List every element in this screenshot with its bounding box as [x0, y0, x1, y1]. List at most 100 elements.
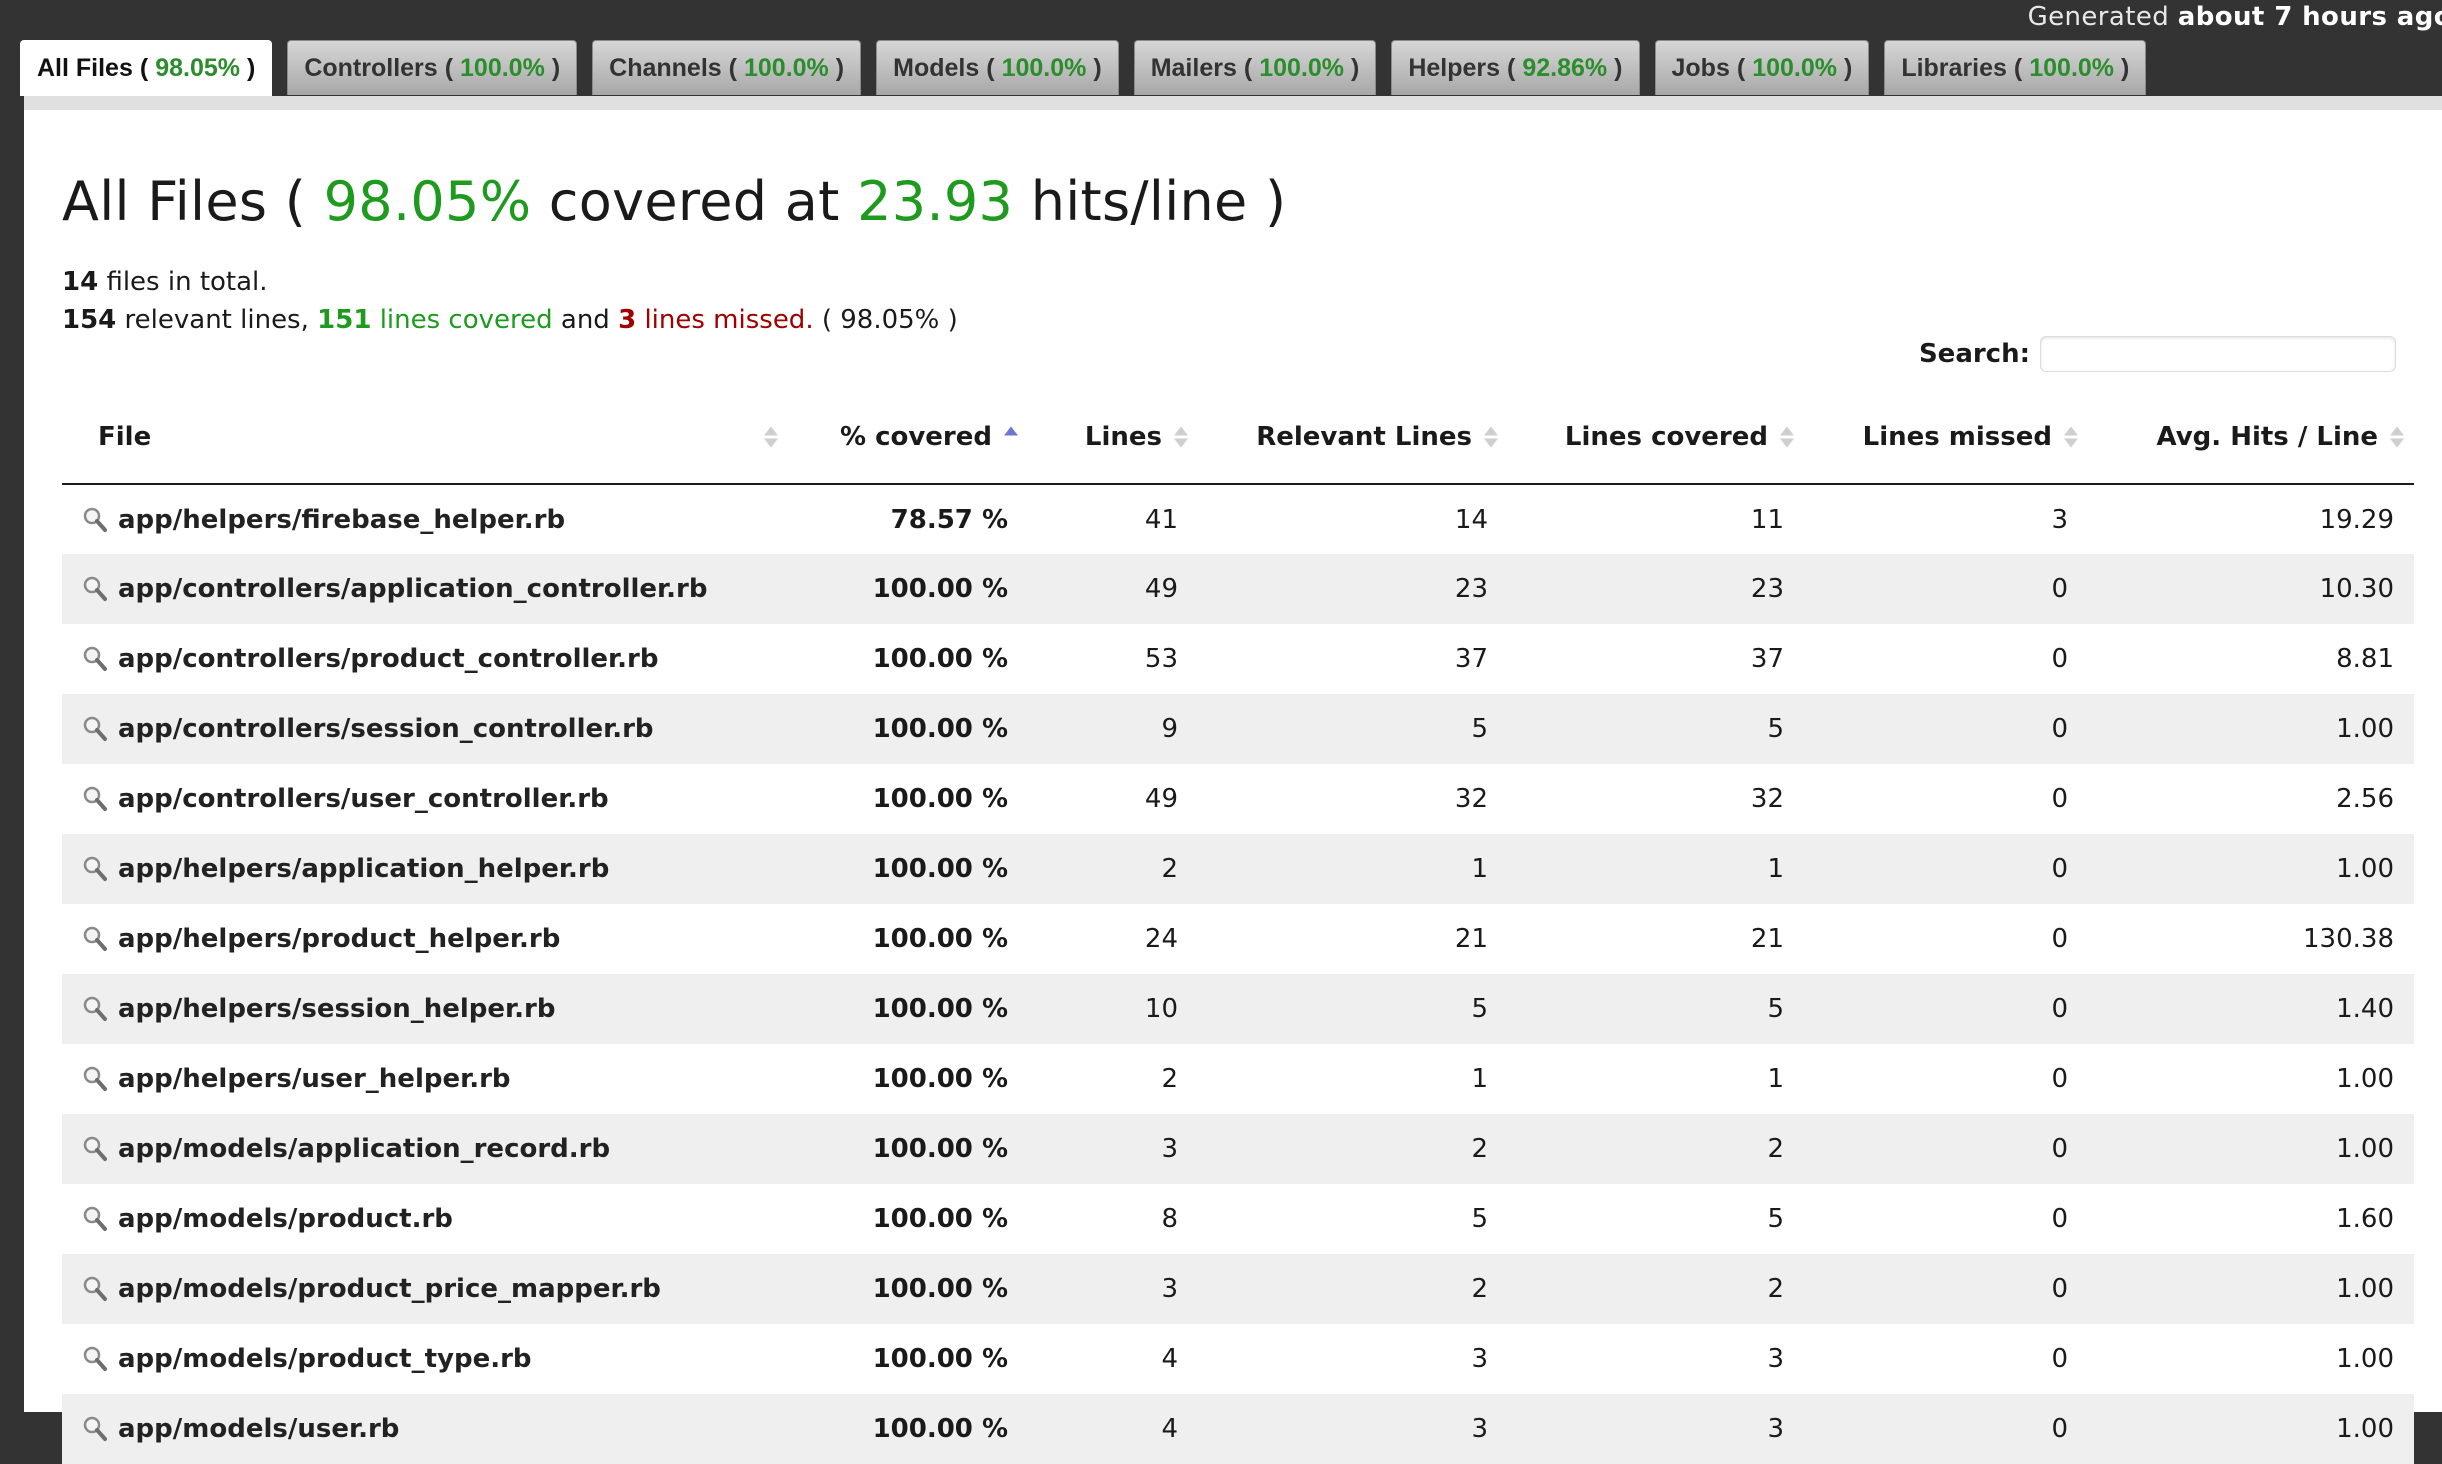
missed-text: lines missed.	[644, 305, 814, 335]
cell-covered-percent: 100.00 %	[788, 1114, 1028, 1184]
table-row: app/controllers/session_controller.rb 100…	[62, 694, 2414, 764]
file-path: app/controllers/session_controller.rb	[118, 714, 654, 744]
file-link[interactable]: app/models/product.rb	[82, 1204, 768, 1234]
relevant-count: 154	[62, 305, 117, 335]
cell-lines-covered: 5	[1508, 974, 1804, 1044]
search-input[interactable]	[2040, 336, 2396, 372]
summary-percent-text: ( 98.05% )	[821, 305, 958, 335]
tab-controllers[interactable]: Controllers(100.0%)	[287, 40, 578, 95]
column-header-label: Lines covered	[1564, 421, 1768, 452]
title-open-paren: (	[284, 170, 307, 233]
tab-channels[interactable]: Channels(100.0%)	[592, 40, 862, 95]
file-link[interactable]: app/models/product_price_mapper.rb	[82, 1274, 768, 1304]
column-header-lines-covered[interactable]: Lines covered	[1508, 390, 1804, 485]
table-row: app/models/user.rb 100.00 % 4 3 3 0 1.00	[62, 1394, 2414, 1464]
cell-file: app/controllers/user_controller.rb	[62, 764, 788, 834]
file-link[interactable]: app/models/product_type.rb	[82, 1344, 768, 1374]
magnifier-icon	[83, 1136, 107, 1161]
file-link[interactable]: app/helpers/product_helper.rb	[82, 924, 768, 954]
tab-paren-close: )	[247, 54, 256, 82]
file-link[interactable]: app/helpers/user_helper.rb	[82, 1064, 768, 1094]
cell-avg-hits: 130.38	[2303, 924, 2394, 954]
column-header-file[interactable]: File	[62, 390, 788, 485]
cell-avg-hits: 1.00	[2088, 834, 2414, 904]
tab-paren-close: )	[551, 53, 561, 82]
tab-paren-open: (	[728, 53, 737, 82]
column-header-lines[interactable]: Lines	[1028, 390, 1198, 485]
column-header-covered[interactable]: % covered	[788, 390, 1028, 485]
tab-mailers[interactable]: Mailers(100.0%)	[1133, 40, 1377, 95]
file-link[interactable]: app/controllers/application_controller.r…	[82, 574, 768, 604]
cell-covered-percent: 100.00 %	[872, 784, 1008, 814]
sort-down-arrow	[2064, 438, 2078, 447]
cell-relevant-lines: 2	[1198, 1254, 1508, 1324]
cell-relevant-lines: 21	[1454, 924, 1488, 954]
table-row: app/models/product_type.rb 100.00 % 4 3 3 0 1.…	[62, 1324, 2414, 1394]
summary-files-line: 14 files in total.	[62, 263, 958, 301]
cell-lines-missed: 0	[2051, 644, 2068, 674]
cell-relevant-lines: 32	[1454, 784, 1488, 814]
magnifier-icon	[83, 1206, 107, 1231]
files-text: files in total.	[106, 267, 268, 297]
cell-lines-missed: 0	[1804, 974, 2088, 1044]
tab-percent: 100.0%	[744, 53, 829, 82]
cell-avg-hits: 10.30	[2088, 554, 2414, 624]
tab-jobs[interactable]: Jobs(100.0%)	[1654, 40, 1870, 95]
file-link[interactable]: app/controllers/product_controller.rb	[82, 644, 768, 674]
file-link[interactable]: app/helpers/session_helper.rb	[82, 994, 768, 1024]
cell-lines: 24	[1144, 924, 1178, 954]
coverage-summary: 14 files in total. 154 relevant lines, 1…	[62, 263, 958, 339]
cell-lines-covered: 5	[1508, 694, 1804, 764]
cell-relevant-lines: 5	[1198, 974, 1508, 1044]
cell-avg-hits: 1.40	[2088, 974, 2414, 1044]
search-box: Search:	[1919, 336, 2396, 372]
cell-covered-percent: 100.00 %	[872, 924, 1008, 954]
cell-avg-hits: 8.81	[2336, 644, 2394, 674]
magnifier-icon	[83, 926, 107, 951]
cell-avg-hits: 19.29	[2319, 504, 2394, 535]
cell-file: app/helpers/session_helper.rb	[62, 974, 788, 1044]
and-text: and	[560, 305, 610, 335]
sort-down-arrow	[2390, 438, 2404, 447]
cell-relevant-lines: 1	[1198, 834, 1508, 904]
file-link[interactable]: app/models/application_record.rb	[82, 1134, 768, 1164]
cell-lines: 2	[1161, 1064, 1178, 1094]
column-header-lines-missed[interactable]: Lines missed	[1804, 390, 2088, 485]
sort-icon	[764, 426, 778, 447]
cell-file: app/models/user.rb	[62, 1394, 788, 1464]
tab-all-files[interactable]: All Files(98.05%)	[20, 40, 273, 96]
cell-relevant-lines: 14	[1454, 504, 1488, 535]
cell-avg-hits: 1.00	[2088, 1394, 2414, 1464]
column-header-relevant-lines[interactable]: Relevant Lines	[1198, 390, 1508, 485]
file-path: app/helpers/product_helper.rb	[118, 924, 561, 954]
tab-helpers[interactable]: Helpers(92.86%)	[1391, 40, 1640, 95]
cell-relevant-lines: 1	[1471, 1064, 1488, 1094]
cell-lines-missed: 0	[2051, 784, 2068, 814]
file-link[interactable]: app/controllers/session_controller.rb	[82, 714, 768, 744]
file-path: app/controllers/application_controller.r…	[118, 574, 708, 604]
cell-lines-covered: 2	[1508, 1254, 1804, 1324]
sort-icon	[1484, 426, 1498, 447]
sort-up-arrow	[2064, 426, 2078, 435]
file-link[interactable]: app/helpers/firebase_helper.rb	[82, 505, 768, 535]
covered-count: 151	[317, 305, 372, 335]
cell-file: app/controllers/product_controller.rb	[62, 624, 788, 694]
file-link[interactable]: app/controllers/user_controller.rb	[82, 784, 768, 814]
file-path: app/helpers/application_helper.rb	[118, 854, 610, 884]
file-path: app/models/product.rb	[118, 1204, 453, 1234]
cell-covered-percent: 100.00 %	[872, 644, 1008, 674]
file-link[interactable]: app/models/user.rb	[82, 1414, 768, 1444]
magnifier-icon	[83, 996, 107, 1021]
cell-lines-missed: 0	[1804, 834, 2088, 904]
file-path: app/controllers/product_controller.rb	[118, 644, 659, 674]
tab-libraries[interactable]: Libraries(100.0%)	[1884, 40, 2147, 95]
file-link[interactable]: app/helpers/application_helper.rb	[82, 854, 768, 884]
cell-lines: 4	[1161, 1344, 1178, 1374]
table-row: app/controllers/user_controller.rb 100.00…	[62, 764, 2414, 834]
sort-icon	[2390, 426, 2404, 447]
column-header-avg-hits-line[interactable]: Avg. Hits / Line	[2088, 390, 2414, 485]
covered-text: lines covered	[379, 305, 553, 335]
sort-icon	[1780, 426, 1794, 447]
table-row: app/helpers/product_helper.rb 100.00 % 24 2…	[62, 904, 2414, 974]
tab-models[interactable]: Models(100.0%)	[876, 40, 1119, 95]
